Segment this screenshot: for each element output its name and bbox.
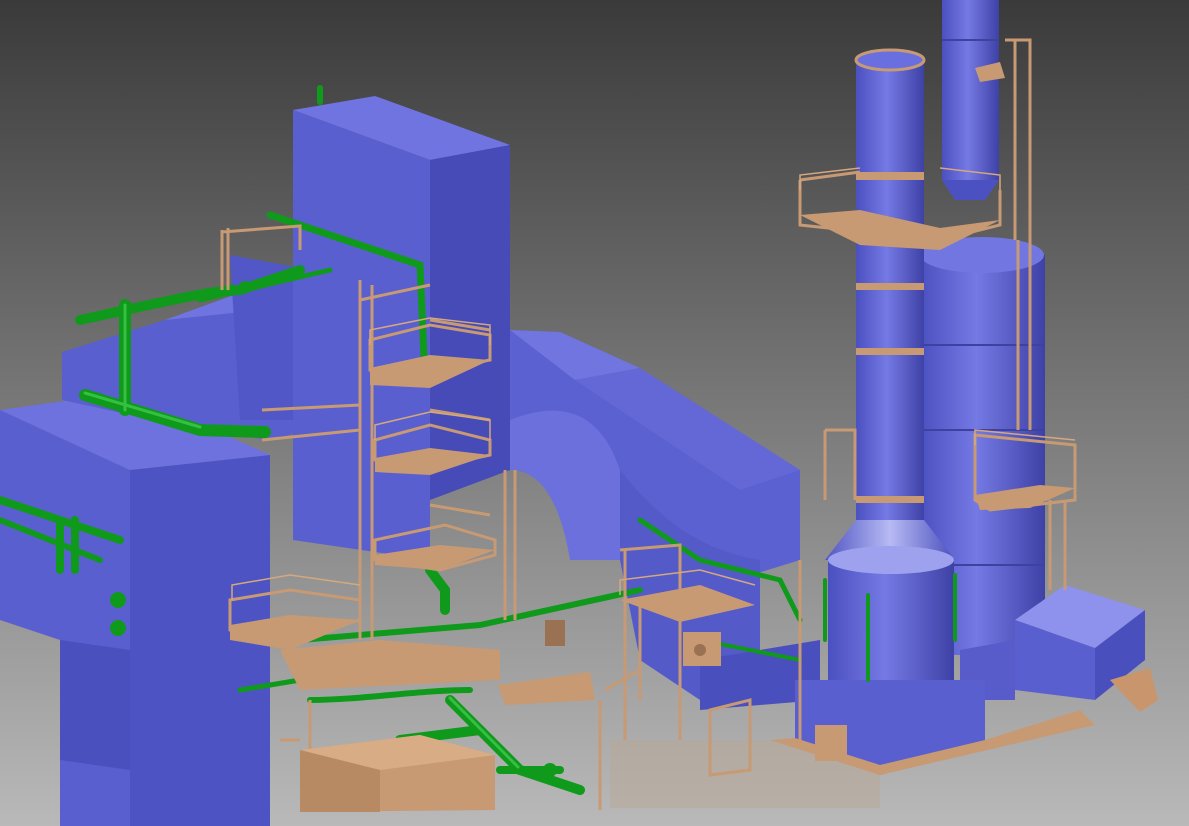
cyclone-vessel	[942, 0, 999, 200]
cad-viewport[interactable]	[0, 0, 1189, 826]
plant-model	[0, 0, 1189, 826]
